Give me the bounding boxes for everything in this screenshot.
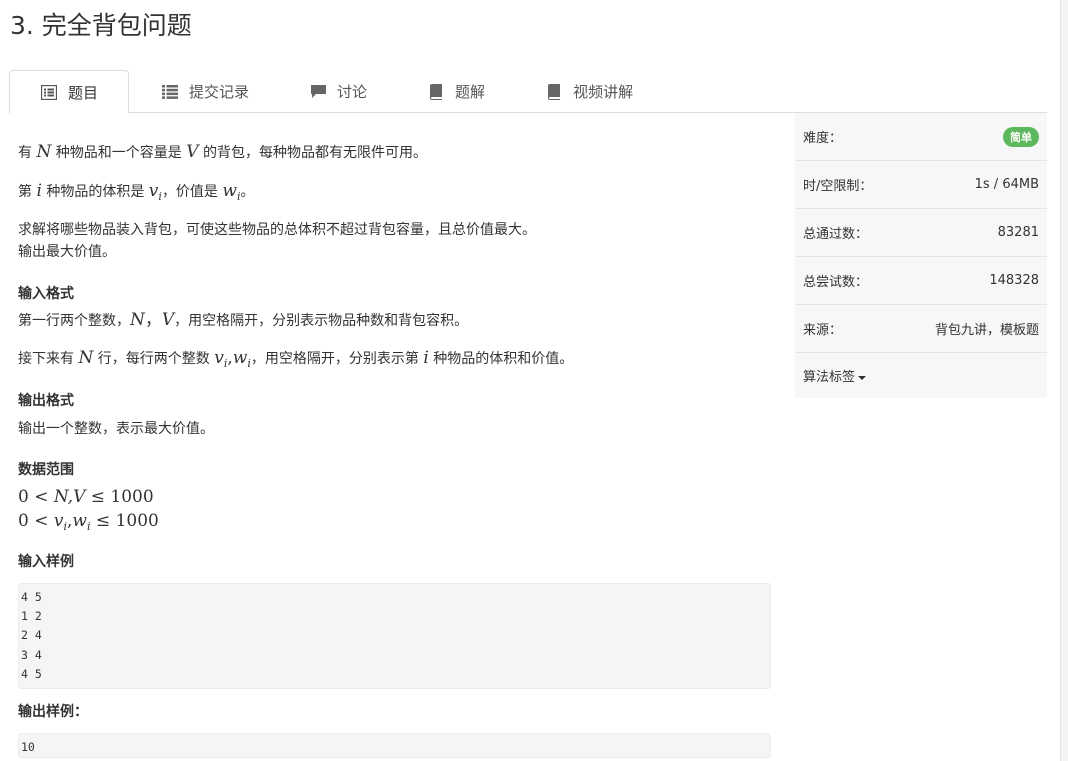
scrollbar-track[interactable] — [1060, 0, 1068, 761]
input-format-heading: 输入格式 — [18, 286, 74, 302]
attempts-row: 总尝试数： 148328 — [795, 257, 1047, 305]
difficulty-label: 难度： — [803, 131, 843, 146]
source-label: 来源： — [803, 323, 843, 338]
tab-bar: 题目 提交记录 讨论 题解 视频讲解 — [9, 70, 1047, 114]
description-paragraph: 有 N 种物品和一个容量是 V 的背包，每种物品都有无限件可用。 — [18, 142, 427, 162]
tags-dropdown[interactable]: 算法标签 — [803, 366, 867, 385]
tab-video[interactable]: 视频讲解 — [515, 70, 663, 113]
sample-input-code[interactable]: 4 5 1 2 2 4 3 4 4 5 — [18, 583, 771, 690]
tab-label: 视频讲解 — [573, 83, 634, 101]
source-row: 来源： 背包九讲，模板题 — [795, 305, 1047, 353]
tab-label: 讨论 — [337, 83, 368, 101]
input-format-line: 第一行两个整数，N，V，用空格隔开，分别表示物品种数和背包容积。 — [18, 310, 469, 330]
sample-output-code[interactable]: 10 — [18, 733, 771, 758]
limit-row: 时/空限制： 1s / 64MB — [795, 161, 1047, 209]
page-title: 3. 完全背包问题 — [10, 11, 192, 40]
tab-discussion[interactable]: 讨论 — [279, 70, 397, 113]
tab-submissions[interactable]: 提交记录 — [131, 70, 279, 113]
sample-output-heading: 输出样例： — [18, 704, 88, 720]
comment-icon — [309, 84, 327, 99]
problem-info-panel: 难度： 简单 时/空限制： 1s / 64MB 总通过数： 83281 总尝试数… — [795, 113, 1047, 398]
tab-solutions[interactable]: 题解 — [397, 70, 515, 113]
tab-label: 题目 — [68, 83, 99, 102]
page: 3. 完全背包问题 题目 提交记录 讨论 题解 视频讲解 有 N 种物品和一个容… — [0, 0, 1068, 761]
list-alt-icon — [40, 84, 58, 100]
tab-label: 提交记录 — [189, 83, 250, 101]
tab-problem[interactable]: 题目 — [9, 70, 130, 114]
tab-label: 题解 — [455, 83, 486, 101]
attempts-label: 总尝试数： — [803, 275, 869, 290]
data-range-line: 0 < N,V ≤ 1000 — [18, 487, 154, 507]
difficulty-badge: 简单 — [1003, 126, 1039, 147]
accepted-value: 83281 — [997, 225, 1039, 240]
accepted-label: 总通过数： — [803, 227, 869, 242]
limit-value: 1s / 64MB — [974, 177, 1039, 192]
sample-input-heading: 输入样例 — [18, 554, 74, 570]
limit-label: 时/空限制： — [803, 179, 873, 194]
caret-down-icon — [858, 375, 867, 380]
tags-row: 算法标签 — [795, 353, 1047, 398]
input-format-line: 接下来有 N 行，每行两个整数 vi,wi，用空格隔开，分别表示第 i 种物品的… — [18, 348, 574, 370]
source-value: 背包九讲，模板题 — [934, 323, 1039, 338]
data-range-heading: 数据范围 — [18, 462, 74, 478]
list-icon — [161, 84, 179, 99]
tags-label: 算法标签 — [803, 370, 856, 385]
output-format-text: 输出一个整数，表示最大价值。 — [18, 421, 214, 437]
data-range-line: 0 < vi,wi ≤ 1000 — [18, 511, 159, 533]
difficulty-row: 难度： 简单 — [795, 113, 1047, 161]
description-paragraph: 求解将哪些物品装入背包，可使这些物品的总体积不超过背包容量，且总价值最大。 输出最… — [18, 222, 536, 260]
book-icon — [427, 83, 445, 100]
attempts-value: 148328 — [989, 273, 1039, 288]
book-icon — [545, 83, 563, 100]
accepted-row: 总通过数： 83281 — [795, 209, 1047, 257]
output-format-heading: 输出格式 — [18, 393, 74, 409]
description-paragraph: 第 i 种物品的体积是 vi，价值是 wi。 — [18, 181, 255, 203]
